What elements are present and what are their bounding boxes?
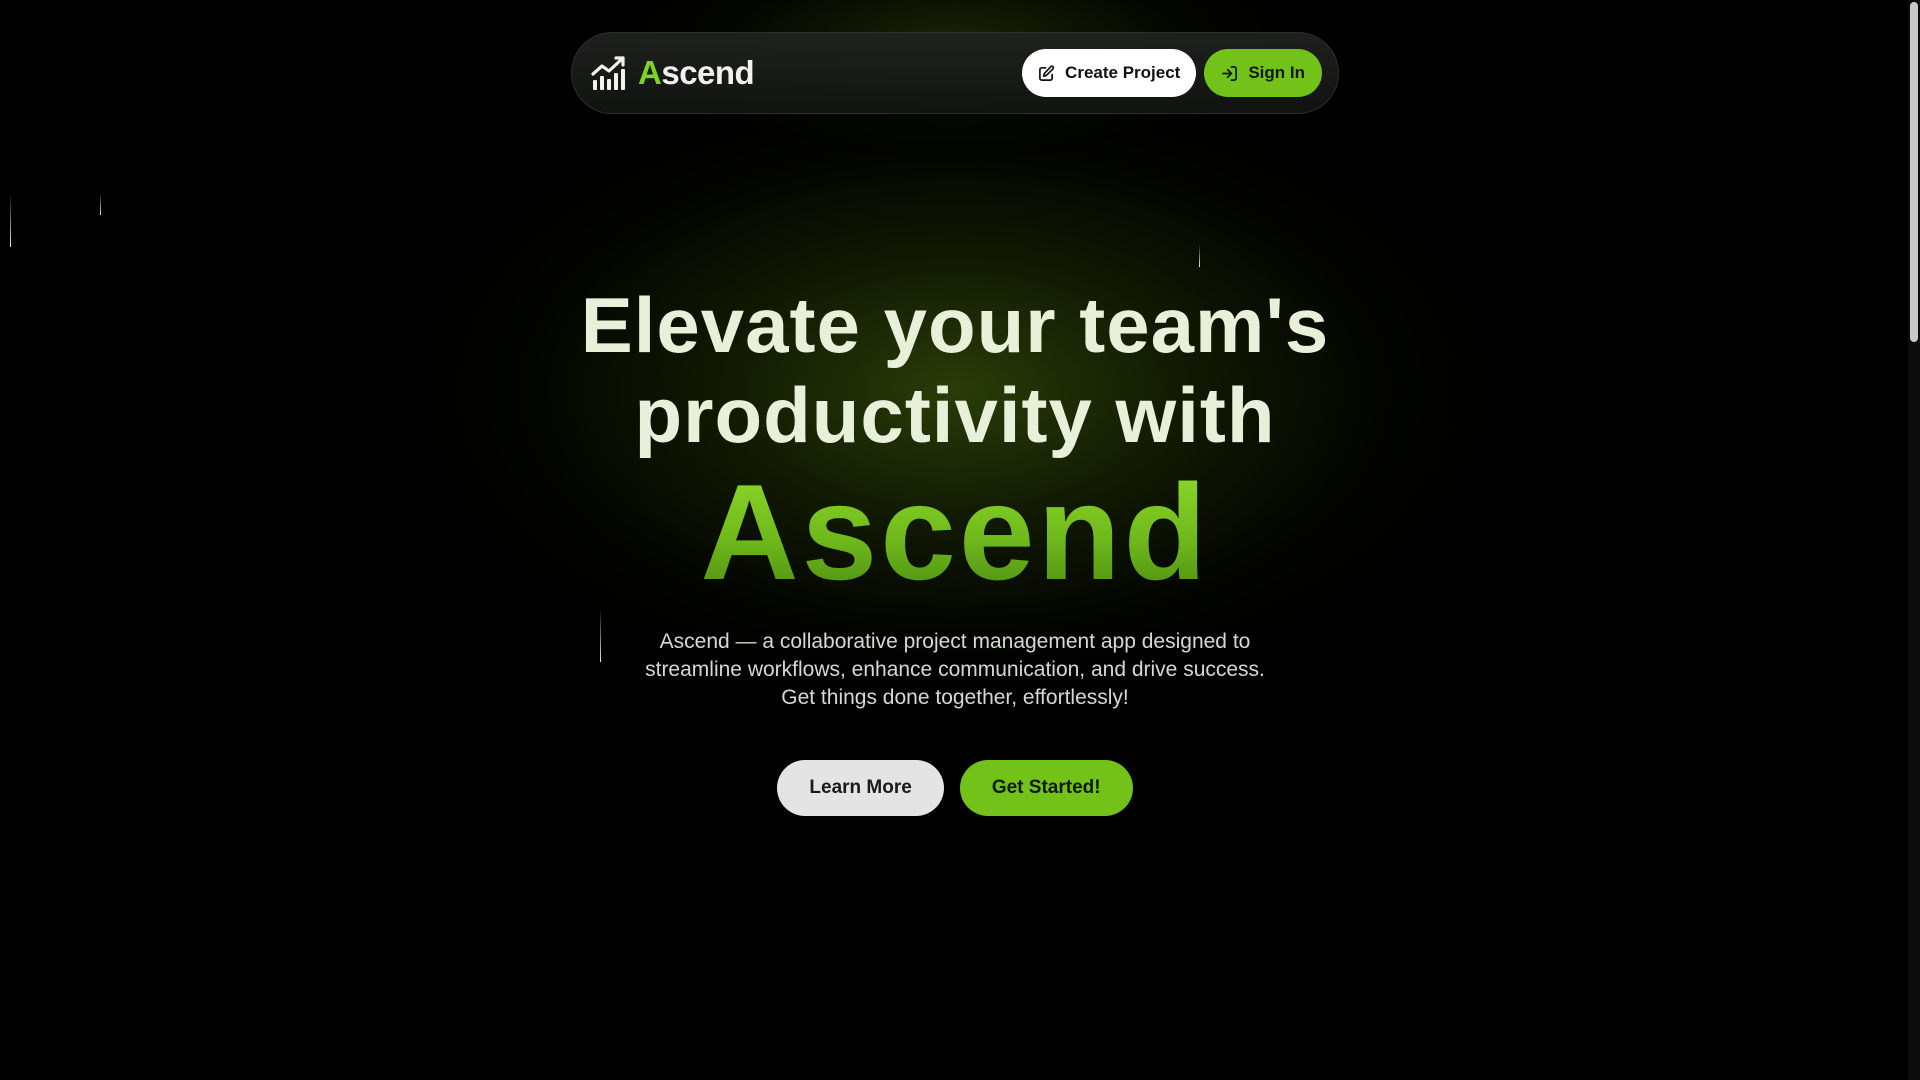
hero-title: Elevate your team's productivity with bbox=[0, 280, 1910, 460]
hero-description-line-1: Ascend — a collaborative project managem… bbox=[659, 630, 1251, 653]
learn-more-button[interactable]: Learn More bbox=[777, 760, 944, 816]
sign-in-button[interactable]: Sign In bbox=[1204, 49, 1322, 97]
hero-description: Ascend — a collaborative project managem… bbox=[0, 628, 1910, 712]
light-streak bbox=[1199, 245, 1200, 267]
light-streak bbox=[10, 192, 11, 247]
sign-in-icon bbox=[1221, 65, 1238, 82]
hero-description-line-2: streamline workflows, enhance communicat… bbox=[645, 658, 1265, 681]
brand-name-accent: A bbox=[638, 54, 662, 91]
hero-description-line-3: Get things done together, effortlessly! bbox=[781, 686, 1129, 709]
get-started-button[interactable]: Get Started! bbox=[959, 760, 1133, 816]
brand-name-rest: scend bbox=[661, 54, 755, 91]
cta-group: Learn More Get Started! bbox=[0, 760, 1910, 816]
edit-icon bbox=[1038, 64, 1055, 82]
page-scrollbar[interactable] bbox=[1908, 0, 1920, 1080]
landing-page: Ascend Create Project Sign In Elevate yo… bbox=[0, 0, 1920, 1080]
create-project-button[interactable]: Create Project bbox=[1022, 49, 1197, 97]
nav-actions: Create Project Sign In bbox=[1022, 49, 1322, 97]
brand-logo-link[interactable]: Ascend bbox=[590, 54, 755, 92]
create-project-label: Create Project bbox=[1065, 63, 1181, 82]
scrollbar-thumb[interactable] bbox=[1910, 2, 1918, 342]
hero-brand-word: Ascend bbox=[0, 462, 1910, 602]
light-streak bbox=[100, 193, 101, 215]
chart-growth-icon bbox=[590, 54, 628, 92]
hero-title-line-2: productivity with bbox=[634, 371, 1276, 459]
hero-title-line-1: Elevate your team's bbox=[580, 281, 1330, 369]
navbar: Ascend Create Project Sign In bbox=[571, 32, 1339, 114]
brand-name: Ascend bbox=[638, 54, 755, 92]
sign-in-label: Sign In bbox=[1248, 63, 1305, 82]
